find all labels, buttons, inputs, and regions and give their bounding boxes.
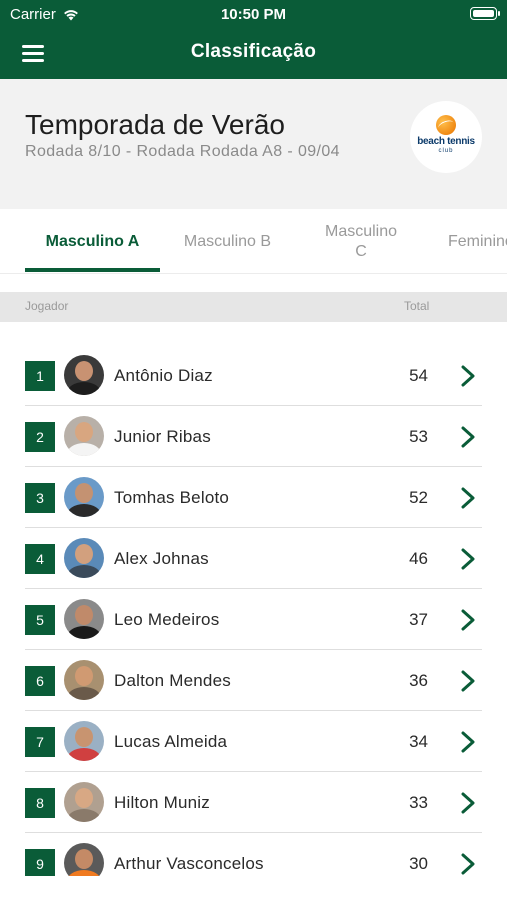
column-total: Total <box>404 299 430 313</box>
battery-icon <box>470 7 500 20</box>
rank-badge: 9 <box>25 849 55 876</box>
rank-badge: 6 <box>25 666 55 696</box>
avatar <box>64 721 104 761</box>
chevron-right-icon[interactable] <box>458 791 478 815</box>
ranking-row[interactable]: 8 Hilton Muniz 33 <box>0 772 507 833</box>
player-name: Tomhas Beloto <box>114 488 230 507</box>
ranking-row[interactable]: 5 Leo Medeiros 37 <box>0 589 507 650</box>
tennis-ball-icon <box>436 115 456 135</box>
tab-masculino-a[interactable]: Masculino A <box>25 209 160 273</box>
avatar <box>64 599 104 639</box>
player-total: 52 <box>409 488 428 507</box>
season-subtitle: Rodada 8/10 - Rodada Rodada A8 - 09/04 <box>25 143 340 160</box>
player-total: 53 <box>409 427 428 446</box>
chevron-right-icon[interactable] <box>458 425 478 449</box>
rank-badge: 7 <box>25 727 55 757</box>
player-total: 36 <box>409 671 428 690</box>
ranking-row[interactable]: 2 Junior Ribas 53 <box>0 406 507 467</box>
column-player: Jogador <box>25 299 69 313</box>
chevron-right-icon[interactable] <box>458 486 478 510</box>
rank-badge: 1 <box>25 361 55 391</box>
player-name: Hilton Muniz <box>114 793 210 812</box>
player-name: Antônio Diaz <box>114 366 213 385</box>
season-title: Temporada de Verão <box>25 109 285 140</box>
chevron-right-icon[interactable] <box>458 364 478 388</box>
player-name: Leo Medeiros <box>114 610 220 629</box>
ranking-list: 1 Antônio Diaz 54 2 Junior Ribas 53 3 To… <box>0 345 507 876</box>
player-name: Junior Ribas <box>114 427 211 446</box>
tab-masculino-c[interactable]: Masculino C <box>312 209 410 273</box>
club-logo: beach tennis club <box>410 101 482 173</box>
rank-badge: 2 <box>25 422 55 452</box>
avatar <box>64 538 104 578</box>
avatar <box>64 660 104 700</box>
ranking-row[interactable]: 7 Lucas Almeida 34 <box>0 711 507 772</box>
status-bar: Carrier 10:50 PM <box>0 0 507 28</box>
tab-feminino[interactable]: Feminino <box>448 209 507 273</box>
avatar <box>64 355 104 395</box>
page-title: Classificação <box>190 41 317 62</box>
ranking-row[interactable]: 9 Arthur Vasconcelos 30 <box>0 833 507 876</box>
avatar <box>64 782 104 822</box>
player-total: 46 <box>409 549 428 568</box>
ranking-row[interactable]: 3 Tomhas Beloto 52 <box>0 467 507 528</box>
player-total: 54 <box>409 366 428 385</box>
chevron-right-icon[interactable] <box>458 852 478 876</box>
ranking-row[interactable]: 1 Antônio Diaz 54 <box>0 345 507 406</box>
chevron-right-icon[interactable] <box>458 547 478 571</box>
avatar <box>64 477 104 517</box>
tab-masculino-b[interactable]: Masculino B <box>170 209 285 273</box>
player-total: 33 <box>409 793 428 812</box>
player-total: 30 <box>409 854 428 873</box>
table-column-header: Jogador Total <box>0 292 507 322</box>
season-header: Temporada de Verão Rodada 8/10 - Rodada … <box>0 79 507 209</box>
chevron-right-icon[interactable] <box>458 730 478 754</box>
bottom-safe-area <box>0 876 507 900</box>
player-name: Lucas Almeida <box>114 732 228 751</box>
navigation-bar: Classificação <box>0 28 507 79</box>
clock: 10:50 PM <box>220 6 287 23</box>
ranking-row[interactable]: 4 Alex Johnas 46 <box>0 528 507 589</box>
category-tabs: Masculino A Masculino B Masculino C Femi… <box>0 209 507 274</box>
player-name: Arthur Vasconcelos <box>114 854 264 873</box>
chevron-right-icon[interactable] <box>458 608 478 632</box>
rank-badge: 4 <box>25 544 55 574</box>
chevron-right-icon[interactable] <box>458 669 478 693</box>
ranking-row[interactable]: 6 Dalton Mendes 36 <box>0 650 507 711</box>
avatar <box>64 416 104 456</box>
active-tab-indicator <box>25 268 160 272</box>
top-app-bar: Carrier 10:50 PM Classificação <box>0 0 507 79</box>
player-total: 34 <box>409 732 428 751</box>
rank-badge: 8 <box>25 788 55 818</box>
avatar <box>64 843 104 876</box>
player-name: Alex Johnas <box>114 549 209 568</box>
rank-badge: 5 <box>25 605 55 635</box>
rank-badge: 3 <box>25 483 55 513</box>
player-total: 37 <box>409 610 428 629</box>
player-name: Dalton Mendes <box>114 671 231 690</box>
